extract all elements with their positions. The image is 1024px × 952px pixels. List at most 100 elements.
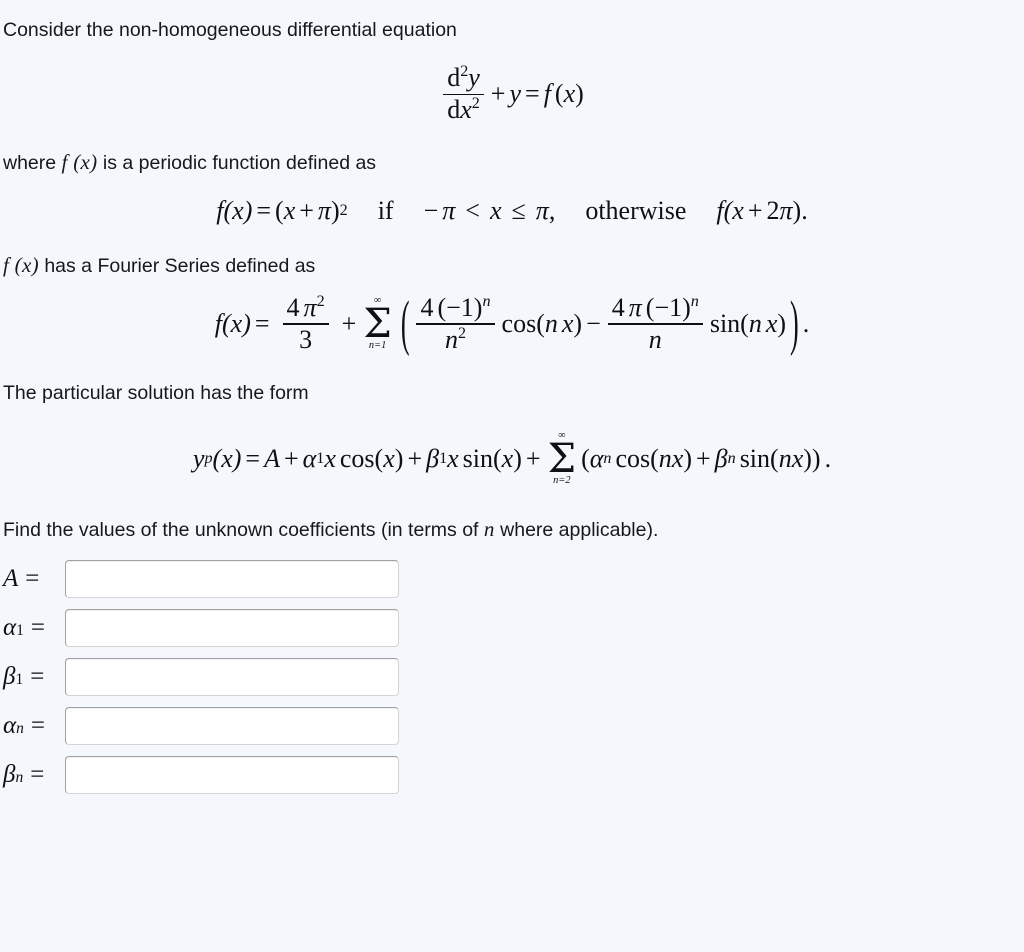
instruction-inline-math: n <box>483 517 495 542</box>
particular-solution-line: The particular solution has the form <box>0 381 1024 405</box>
ps-equals: = <box>245 443 261 473</box>
intro-line: Consider the non-homogeneous differentia… <box>0 18 1024 42</box>
answer-input-beta-1[interactable] <box>65 658 399 697</box>
fs-an-num-4: 4 <box>420 293 434 323</box>
pw-f2: f <box>716 195 724 225</box>
pw-two: 2 <box>766 195 780 225</box>
ps-cos-2-n: n <box>658 443 672 473</box>
ps-sin-1-close: ) <box>513 443 522 473</box>
answer-label-alpha-1: α 1 = <box>3 614 45 642</box>
answer-input-beta-n[interactable] <box>65 756 399 795</box>
pw-of-x: (x) <box>223 195 253 225</box>
particular-solution-text: The particular solution has the form <box>3 382 309 405</box>
answer-input-alpha-1[interactable] <box>65 609 399 648</box>
instruction-line: Find the values of the unknown coefficie… <box>0 516 1024 542</box>
answer-input-A[interactable] <box>65 560 399 599</box>
intro-text: Consider the non-homogeneous differentia… <box>3 19 457 41</box>
ode-x: x <box>563 78 576 108</box>
fs-paren-open: ( <box>400 288 410 357</box>
fs-paren-close: ) <box>790 288 799 357</box>
answer-symbol: A <box>3 565 19 593</box>
fs-minus: − <box>586 308 601 338</box>
ode-den-exponent: 2 <box>471 95 480 113</box>
pw-comma: , <box>548 195 556 225</box>
pw-pi4: π <box>779 195 793 225</box>
answer-input-alpha-n[interactable] <box>65 707 399 746</box>
pw-period: . <box>801 195 808 225</box>
fs-bn-num-exponent: n <box>690 293 699 311</box>
answer-label-beta-1: β 1 = <box>3 663 45 691</box>
fourier-inline-math: f (x) <box>3 252 39 277</box>
fs-of-x: (x) <box>222 308 251 338</box>
ps-period: . <box>824 443 832 473</box>
fs-summation: ∞ Σ n=1 <box>363 295 392 351</box>
pw-x: x <box>283 195 296 225</box>
ps-sum-lower-limit: n=2 <box>553 474 571 486</box>
ode-paren-open: ( <box>554 78 564 108</box>
answer-symbol: β <box>3 761 16 789</box>
ps-beta-1: β <box>426 443 440 473</box>
pw-if: if <box>377 195 394 225</box>
ps-sin-1-x: x <box>501 443 514 473</box>
ps-plus-1: + <box>283 443 299 473</box>
fs-sin-n: n <box>748 308 762 338</box>
fs-sin-close: ) <box>777 308 787 338</box>
pw-of-x2: (x <box>723 195 744 225</box>
equation-ode: d2y dx2 + y = f (x) <box>0 64 1024 123</box>
answer-fields: A = α 1 = β 1 = α n = β n = <box>0 555 1024 800</box>
fs-bn-num-paren: (−1) <box>645 293 691 323</box>
pw-lt: < <box>465 195 480 225</box>
answer-label-alpha-n: α n = <box>3 712 45 740</box>
answer-equals: = <box>30 712 45 740</box>
equation-fourier-series: f (x) = 4 π2 3 + ∞ Σ n=1 ( 4 (−1)n n2 co… <box>0 288 1024 356</box>
fs-an-den-n: n <box>444 324 458 354</box>
ode-den-x: x <box>460 95 472 125</box>
ps-sin-2: sin( <box>739 443 779 473</box>
ps-plus-3: + <box>525 443 541 473</box>
sigma-icon: Σ <box>547 434 577 482</box>
where-line: where f (x) is a periodic function defin… <box>0 149 1024 175</box>
answer-row-alpha-1: α 1 = <box>3 604 1024 653</box>
answer-row-beta-n: β n = <box>3 751 1024 800</box>
fourier-intro-line: f (x) has a Fourier Series defined as <box>0 252 1024 278</box>
ps-beta-n: β <box>714 443 728 473</box>
pw-pi: π <box>317 195 331 225</box>
fs-a0-num-4: 4 <box>286 293 300 323</box>
ps-A: A <box>264 443 280 473</box>
ps-cos-2: cos( <box>615 443 659 473</box>
ode-den-d: d <box>447 95 461 125</box>
ps-y: y <box>192 443 205 473</box>
ps-alpha-n: α <box>589 443 604 473</box>
fs-an-num-exponent: n <box>482 293 491 311</box>
ps-sin-1: sin( <box>462 443 502 473</box>
problem-page: Consider the non-homogeneous differentia… <box>0 0 1024 800</box>
pw-paren-close2: ) <box>792 195 802 225</box>
ode-f: f <box>543 78 551 108</box>
answer-label-A: A = <box>3 565 65 593</box>
fs-sin: sin( <box>709 308 749 338</box>
pw-x2: x <box>489 195 502 225</box>
pw-paren-open: ( <box>275 195 284 225</box>
pw-le: ≤ <box>511 195 526 225</box>
sigma-icon: Σ <box>363 299 392 347</box>
ps-cos-2-close: ) <box>683 443 692 473</box>
fs-an-den-exponent: 2 <box>457 324 467 342</box>
instruction-before: Find the values of the unknown coefficie… <box>3 519 479 542</box>
fs-a0-den: 3 <box>299 324 313 354</box>
fs-bn-num-4: 4 <box>611 293 625 323</box>
pw-paren-close: ) <box>330 195 340 225</box>
answer-symbol: β <box>3 663 16 691</box>
ps-cos-1-close: ) <box>394 443 404 473</box>
answer-equals: = <box>30 663 45 691</box>
fs-bn-num-pi: π <box>628 293 642 323</box>
answer-symbol: α <box>3 614 17 642</box>
answer-equals: = <box>30 614 45 642</box>
pw-otherwise: otherwise <box>585 195 687 225</box>
ps-sin-2-n: n <box>778 443 792 473</box>
answer-equals: = <box>25 565 40 593</box>
ode-fraction: d2y dx2 <box>443 64 484 123</box>
fs-equals: = <box>254 308 270 338</box>
pw-f: f <box>216 195 224 225</box>
fs-bn-fraction: 4 π (−1)n n <box>607 293 703 353</box>
pw-plus: + <box>299 195 314 225</box>
